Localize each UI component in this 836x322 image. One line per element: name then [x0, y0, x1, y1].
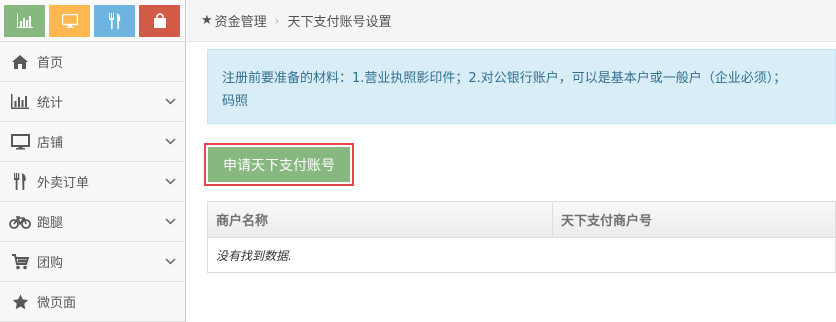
column-header-merchant-id[interactable]: 天下支付商户号	[553, 202, 835, 237]
column-header-merchant-name[interactable]: 商户名称	[208, 202, 553, 237]
empty-table-message: 没有找到数据.	[208, 238, 835, 272]
sidebar-item-label: 店铺	[37, 136, 64, 151]
sidebar-item-errand[interactable]: 跑腿	[0, 202, 185, 242]
sidebar-item-label: 团购	[37, 256, 64, 271]
shopping-shortcut-button[interactable]	[139, 4, 180, 37]
breadcrumb-current: 天下支付账号设置	[287, 15, 392, 30]
sidebar-item-group-buy[interactable]: 团购	[0, 242, 185, 282]
chevron-down-icon[interactable]	[155, 218, 185, 225]
apply-button-highlight: 申请天下支付账号	[204, 143, 354, 186]
sidebar-item-stats[interactable]: 统计	[0, 82, 185, 122]
merchant-table: 商户名称 天下支付商户号 没有找到数据.	[207, 201, 836, 273]
table-header: 商户名称 天下支付商户号	[208, 202, 835, 238]
chevron-down-icon[interactable]	[155, 98, 185, 105]
monitor-icon	[9, 132, 31, 152]
breadcrumb-separator: ›	[274, 13, 280, 28]
cutlery-icon	[9, 172, 31, 192]
sidebar-item-shop[interactable]: 店铺	[0, 122, 185, 162]
chevron-down-icon[interactable]	[155, 258, 185, 265]
bar-chart-icon	[16, 13, 33, 28]
sidebar-item-label: 统计	[37, 96, 64, 111]
sidebar-item-label: 外卖订单	[37, 176, 90, 191]
sidebar-item-takeout-orders[interactable]: 外卖订单	[0, 162, 185, 202]
chevron-down-icon[interactable]	[155, 138, 185, 145]
bar-chart-icon	[9, 92, 31, 112]
stats-shortcut-button[interactable]	[4, 4, 45, 37]
notice-line-1: 注册前要准备的材料：1.营业执照影印件；2.对公银行账户，可以是基本户或一般户（…	[222, 71, 787, 86]
sidebar-item-home[interactable]: 首页	[0, 42, 185, 82]
home-icon	[9, 52, 31, 72]
breadcrumb: ★ 资金管理 › 天下支付账号设置	[187, 0, 836, 42]
cutlery-icon	[108, 12, 120, 29]
sidebar: 首页 统计 店铺 外卖订单 跑腿 团购 微页面	[0, 0, 186, 322]
monitor-icon	[61, 13, 78, 28]
shop-shortcut-button[interactable]	[49, 4, 90, 37]
chevron-down-icon[interactable]	[155, 178, 185, 185]
cart-icon	[9, 252, 31, 272]
sidebar-item-label: 首页	[37, 56, 64, 71]
sidebar-item-micro-page[interactable]: 微页面	[0, 282, 185, 322]
apply-payment-account-button[interactable]: 申请天下支付账号	[208, 147, 350, 182]
shopping-bag-icon	[153, 13, 166, 28]
breadcrumb-parent-link[interactable]: 资金管理	[215, 11, 267, 30]
bicycle-icon	[9, 212, 31, 232]
notice-line-2: 码照	[222, 94, 249, 109]
takeout-shortcut-button[interactable]	[94, 4, 135, 37]
shortcut-bar	[0, 0, 185, 42]
info-notice: 注册前要准备的材料：1.营业执照影印件；2.对公银行账户，可以是基本户或一般户（…	[207, 49, 836, 124]
star-icon: ★	[201, 13, 213, 28]
star-icon	[9, 292, 31, 312]
sidebar-item-label: 微页面	[37, 296, 77, 311]
sidebar-item-label: 跑腿	[37, 216, 64, 231]
